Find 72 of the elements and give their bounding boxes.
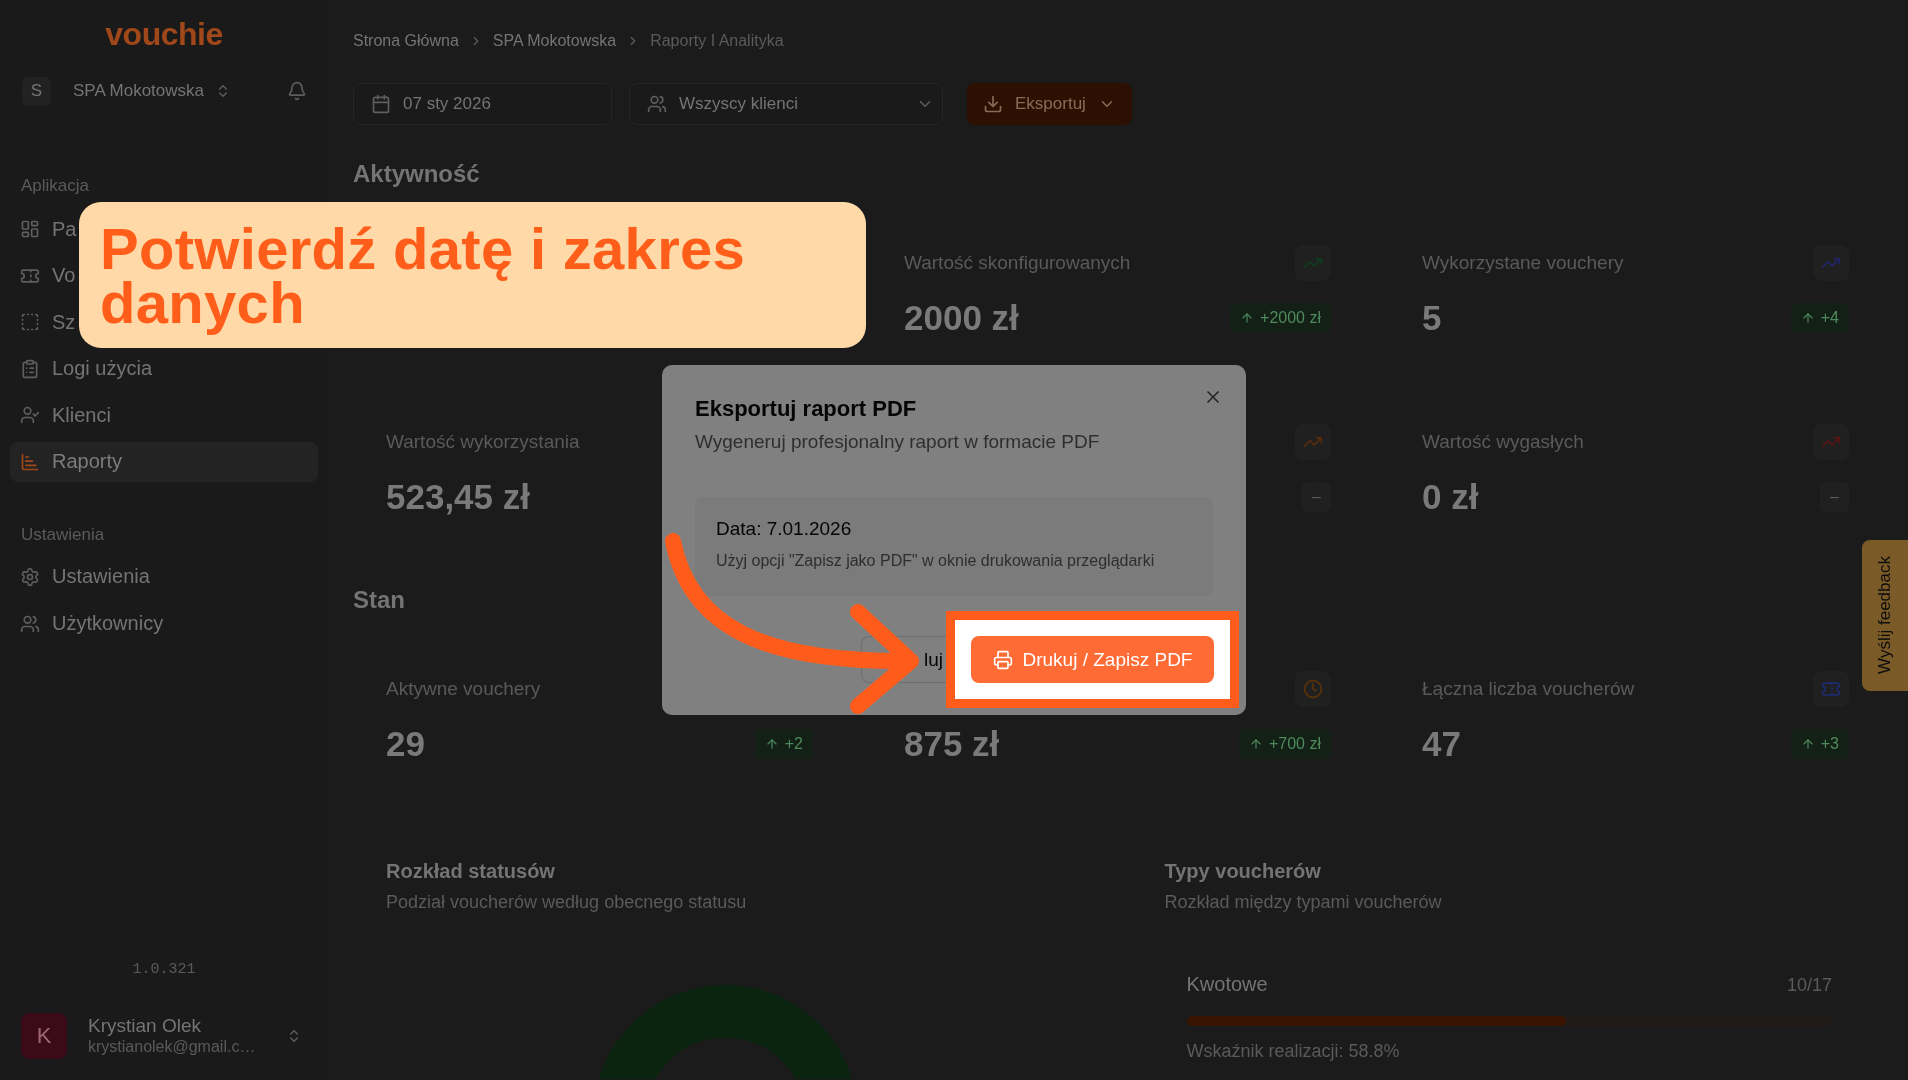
type-name: Kwotowe bbox=[1186, 972, 1268, 996]
date-picker[interactable]: 07 sty 2026 bbox=[353, 83, 612, 125]
users-icon bbox=[647, 94, 667, 114]
stat-value: 0 zł bbox=[1422, 476, 1479, 518]
sidebar-item[interactable]: Raporty bbox=[10, 441, 318, 482]
change-badge: – bbox=[1302, 482, 1331, 512]
dialog-subtitle: Wygeneruj profesjonalny raport w formacie PDF bbox=[695, 430, 1100, 454]
stat-value: 2000 zł bbox=[904, 297, 1019, 339]
users-icon bbox=[20, 613, 40, 634]
sidebar-item[interactable]: Klienci bbox=[10, 395, 111, 436]
change-badge: – bbox=[1820, 482, 1849, 512]
change-badge: +700 zł bbox=[1238, 729, 1331, 759]
section-heading: Aktywność bbox=[353, 159, 480, 189]
stat-label: Łączna liczba voucherów bbox=[1422, 678, 1635, 700]
calendar-icon bbox=[371, 94, 391, 114]
stat-label: Wartość skonfigurowanych bbox=[904, 252, 1131, 274]
arrow-up-icon bbox=[1800, 737, 1815, 751]
user-check-icon bbox=[20, 405, 40, 426]
section-label: Ustawienia bbox=[20, 523, 105, 546]
print-hint: Użyj opcji "Zapisz jako PDF" w oknie drukowania przeglądarki bbox=[716, 551, 1155, 571]
breadcrumb-link[interactable]: Strona Główna bbox=[353, 31, 459, 51]
change-badge: +2000 zł bbox=[1230, 303, 1331, 333]
dialog-title: Eksportuj raport PDF bbox=[695, 395, 917, 423]
printer-icon bbox=[992, 649, 1013, 670]
stat-label: Wartość wykorzystania bbox=[386, 431, 580, 453]
user-email: krystianolek@gmail.c… bbox=[88, 1037, 256, 1057]
layout-grid-icon bbox=[20, 219, 40, 239]
stat-label: Wykorzystane vouchery bbox=[1422, 252, 1624, 274]
report-date: Data: 7.01.2026 bbox=[716, 517, 852, 541]
sidebar-item[interactable]: Logi użycia bbox=[10, 348, 153, 389]
chart-title: Typy voucherów bbox=[1164, 859, 1321, 883]
dashed-square-icon bbox=[20, 312, 40, 333]
feedback-tab[interactable]: Wyślij feedback bbox=[1862, 540, 1908, 691]
change-badge: +4 bbox=[1790, 303, 1849, 333]
breadcrumb-link[interactable]: SPA Mokotowska bbox=[492, 31, 617, 51]
type-count: 10/17 bbox=[1786, 974, 1832, 997]
stat-value: 875 zł bbox=[904, 723, 1000, 765]
sidebar-item[interactable]: Vo bbox=[10, 255, 76, 296]
stat-value: 523,45 zł bbox=[386, 476, 530, 518]
completion-rate: Wskaźnik realizacji: 58.8% bbox=[1186, 1040, 1400, 1062]
tutorial-tooltip: Potwierdź datę i zakres danych bbox=[79, 202, 866, 348]
version-label: 1.0.321 bbox=[132, 960, 196, 980]
user-name: Krystian Olek bbox=[88, 1015, 201, 1037]
client-select[interactable]: Wszyscy klienci bbox=[629, 83, 943, 125]
stat-value: 29 bbox=[386, 723, 425, 765]
sidebar-item[interactable]: Sz bbox=[10, 302, 76, 343]
change-badge: +3 bbox=[1790, 729, 1849, 759]
print-button[interactable]: Drukuj / Zapisz PDF bbox=[971, 636, 1214, 683]
chart-title: Rozkład statusów bbox=[386, 859, 555, 883]
sidebar-item[interactable]: Pa bbox=[10, 209, 77, 249]
stat-label: Wartość wygasłych bbox=[1422, 431, 1584, 453]
section-label: Aplikacja bbox=[20, 175, 90, 197]
chart-subtitle: Podział voucherów według obecnego statusu bbox=[386, 891, 747, 913]
export-button[interactable]: Eksportuj bbox=[967, 83, 1132, 125]
chart-subtitle: Rozkład między typami voucherów bbox=[1164, 891, 1442, 913]
logo: vouchie bbox=[105, 15, 223, 54]
change-badge: +2 bbox=[754, 729, 813, 759]
stat-value: 5 bbox=[1422, 297, 1442, 339]
download-icon bbox=[983, 94, 1003, 114]
user-avatar: K bbox=[21, 1013, 67, 1059]
arrow-up-icon bbox=[1800, 311, 1815, 325]
org-switcher[interactable]: SPA Mokotowska bbox=[73, 80, 205, 102]
sidebar-item[interactable]: Ustawienia bbox=[10, 556, 150, 597]
bell-icon[interactable] bbox=[287, 81, 307, 101]
sidebar-item[interactable]: Użytkownicy bbox=[10, 603, 164, 644]
settings-icon bbox=[20, 566, 40, 587]
bar-chart-icon bbox=[20, 451, 40, 472]
org-avatar: S bbox=[22, 76, 51, 106]
stat-value: 47 bbox=[1422, 723, 1461, 765]
clipboard-list-icon bbox=[20, 358, 40, 379]
section-heading: Stan bbox=[353, 585, 405, 615]
stat-label: Aktywne vouchery bbox=[386, 678, 541, 700]
